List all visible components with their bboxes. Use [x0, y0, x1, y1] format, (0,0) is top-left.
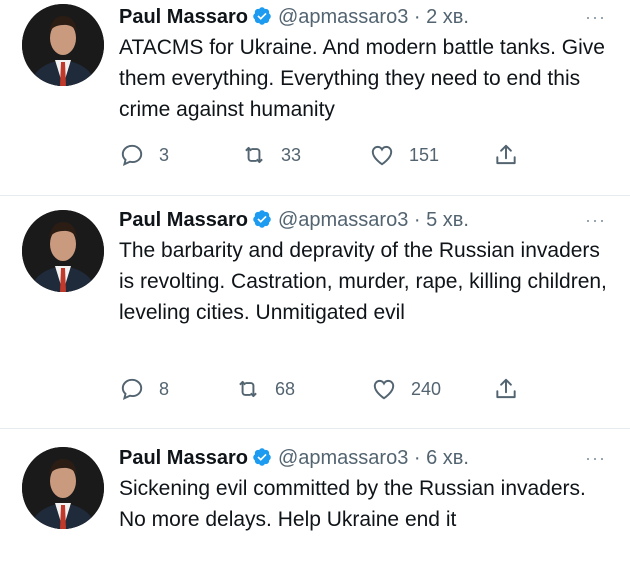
- retweet-icon: [245, 146, 263, 164]
- share-icon: [496, 144, 516, 165]
- timestamp[interactable]: 5 хв.: [426, 209, 469, 231]
- share-button[interactable]: [493, 374, 519, 404]
- reply-button[interactable]: 3: [119, 140, 169, 170]
- like-count: 240: [411, 378, 442, 399]
- author-handle[interactable]: @apmassaro3: [278, 447, 408, 469]
- reply-count: 3: [159, 144, 170, 165]
- more-icon[interactable]: ···: [585, 2, 606, 32]
- separator: ·: [413, 6, 421, 28]
- author-handle[interactable]: @apmassaro3: [278, 6, 408, 28]
- verified-badge-icon: [252, 208, 272, 228]
- author-name[interactable]: Paul Massaro: [119, 447, 248, 469]
- retweet-button[interactable]: 33: [241, 140, 301, 170]
- reply-icon: [121, 378, 143, 400]
- author-handle[interactable]: @apmassaro3: [278, 209, 408, 231]
- tweet-text: ATACMS for Ukraine. And modern battle ta…: [119, 36, 605, 121]
- tweet-text: Sickening evil committed by the Russian …: [119, 477, 586, 531]
- retweet-count: 68: [275, 378, 296, 399]
- reply-button[interactable]: 8: [119, 374, 169, 404]
- retweet-button[interactable]: 68: [235, 374, 295, 404]
- retweet-count: 33: [281, 144, 302, 165]
- tweet-actions: 8 68 240: [119, 374, 630, 404]
- author-name[interactable]: Paul Massaro: [119, 209, 248, 231]
- like-button[interactable]: 240: [371, 374, 441, 404]
- tweet[interactable]: Paul Massaro @apmassaro3 · 6 хв. ··· Sick…: [0, 428, 630, 573]
- like-icon: [373, 379, 395, 400]
- timestamp[interactable]: 6 хв.: [426, 447, 469, 469]
- tweet-actions: 3 33 151: [119, 140, 630, 170]
- retweet-icon: [239, 380, 257, 398]
- separator: ·: [413, 447, 421, 469]
- share-icon: [496, 378, 516, 399]
- like-count: 151: [409, 144, 440, 165]
- tweet-text: The barbarity and depravity of the Russi…: [119, 239, 607, 324]
- avatar[interactable]: [22, 447, 104, 529]
- verified-badge-icon: [252, 5, 272, 25]
- timestamp[interactable]: 2 хв.: [426, 6, 469, 28]
- share-button[interactable]: [493, 140, 519, 170]
- like-icon: [371, 145, 393, 166]
- separator: ·: [413, 209, 421, 231]
- verified-badge-icon: [252, 446, 272, 466]
- reply-count: 8: [159, 378, 170, 399]
- avatar[interactable]: [22, 4, 104, 86]
- more-icon[interactable]: ···: [585, 443, 606, 473]
- timeline: Paul Massaro @apmassaro3 · 2 хв. ··· ATAC…: [0, 0, 630, 573]
- like-button[interactable]: 151: [369, 140, 439, 170]
- author-name[interactable]: Paul Massaro: [119, 6, 248, 28]
- reply-icon: [121, 144, 143, 166]
- avatar[interactable]: [22, 210, 104, 292]
- tweet[interactable]: Paul Massaro @apmassaro3 · 5 хв. ··· The …: [0, 195, 630, 420]
- more-icon[interactable]: ···: [585, 205, 606, 235]
- tweet[interactable]: Paul Massaro @apmassaro3 · 2 хв. ··· ATAC…: [0, 2, 630, 188]
